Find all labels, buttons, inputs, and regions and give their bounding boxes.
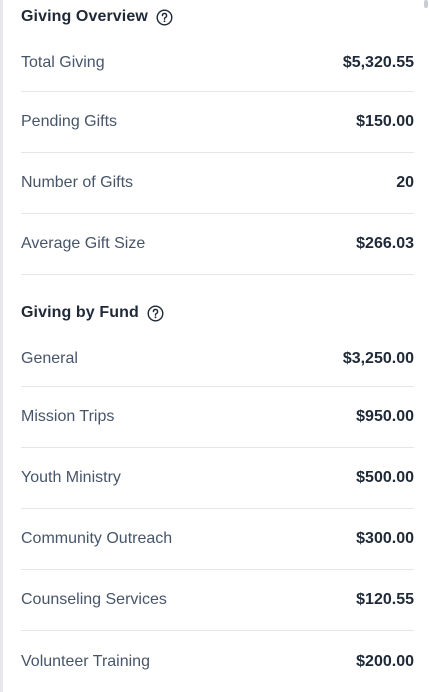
row-value: $3,250.00 xyxy=(342,349,414,367)
overview-row-average-gift-size: Average Gift Size $266.03 xyxy=(21,214,414,275)
row-label: Mission Trips xyxy=(21,408,115,425)
row-value: $5,320.55 xyxy=(342,53,414,71)
row-value: $950.00 xyxy=(356,408,414,425)
row-value: 20 xyxy=(396,174,414,191)
row-label: Community Outreach xyxy=(21,530,173,547)
row-value: $150.00 xyxy=(356,113,414,130)
row-label: Total Giving xyxy=(21,53,105,71)
giving-by-fund-list: General $3,250.00 Mission Trips $950.00 … xyxy=(21,331,414,692)
row-value: $500.00 xyxy=(356,469,414,486)
row-label: Volunteer Training xyxy=(21,652,150,670)
giving-panel: Giving Overview Total Giving $5,320.55 P… xyxy=(21,0,414,692)
fund-row-community-outreach: Community Outreach $300.00 xyxy=(21,509,414,570)
row-label: Counseling Services xyxy=(21,591,167,608)
giving-overview-title: Giving Overview xyxy=(21,8,148,25)
row-label: General xyxy=(21,349,78,367)
fund-row-mission-trips: Mission Trips $950.00 xyxy=(21,387,414,448)
fund-row-counseling-services: Counseling Services $120.55 xyxy=(21,570,414,631)
row-value: $120.55 xyxy=(356,591,414,608)
row-label: Youth Ministry xyxy=(21,469,121,486)
row-label: Pending Gifts xyxy=(21,113,118,130)
row-value: $300.00 xyxy=(356,530,414,547)
row-value: $266.03 xyxy=(356,235,414,252)
overview-row-number-of-gifts: Number of Gifts 20 xyxy=(21,153,414,214)
fund-row-general: General $3,250.00 xyxy=(21,331,414,387)
help-icon[interactable] xyxy=(147,304,164,322)
panel-left-border xyxy=(0,0,3,692)
giving-overview-list: Total Giving $5,320.55 Pending Gifts $15… xyxy=(21,34,414,275)
overview-row-pending-gifts: Pending Gifts $150.00 xyxy=(21,92,414,153)
scrollbar-thumb[interactable] xyxy=(424,0,428,8)
giving-overview-header: Giving Overview xyxy=(21,0,414,34)
overview-row-total-giving: Total Giving $5,320.55 xyxy=(21,34,414,92)
fund-row-youth-ministry: Youth Ministry $500.00 xyxy=(21,448,414,509)
help-icon[interactable] xyxy=(156,8,173,26)
row-label: Average Gift Size xyxy=(21,235,146,252)
fund-row-volunteer-training: Volunteer Training $200.00 xyxy=(21,631,414,692)
row-value: $200.00 xyxy=(356,652,414,670)
giving-by-fund-title: Giving by Fund xyxy=(21,304,139,321)
giving-by-fund-header: Giving by Fund xyxy=(21,295,414,331)
row-label: Number of Gifts xyxy=(21,174,134,191)
